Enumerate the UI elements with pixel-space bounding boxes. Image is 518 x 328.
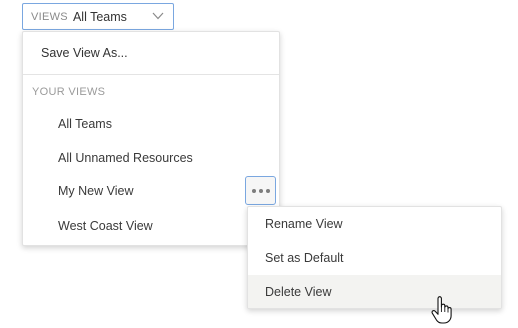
save-view-as-item[interactable]: Save View As...	[23, 32, 279, 74]
views-prefix-label: VIEWS	[31, 10, 68, 23]
view-item-label: West Coast View	[58, 219, 153, 233]
views-menu-screen: VIEWS All Teams Save View As... YOUR VIE…	[0, 0, 518, 328]
ellipsis-icon	[251, 188, 270, 193]
views-dropdown-button[interactable]: VIEWS All Teams	[22, 3, 174, 30]
view-item-all-unnamed-resources[interactable]: All Unnamed Resources	[23, 141, 279, 175]
view-item-label: My New View	[58, 184, 134, 198]
view-item-all-teams[interactable]: All Teams	[23, 107, 279, 141]
view-item-label: All Teams	[58, 117, 112, 131]
current-view-value: All Teams	[72, 9, 127, 24]
rename-view-item[interactable]: Rename View	[248, 207, 501, 241]
delete-view-item[interactable]: Delete View	[248, 275, 501, 308]
menu-divider	[23, 74, 279, 75]
view-item-my-new-view[interactable]: My New View	[23, 174, 279, 208]
chevron-down-icon	[152, 12, 164, 20]
set-as-default-item[interactable]: Set as Default	[248, 241, 501, 275]
view-options-button[interactable]	[245, 176, 276, 205]
views-dropdown-menu: Save View As... YOUR VIEWS All Teams All…	[22, 31, 280, 246]
view-item-west-coast-view[interactable]: West Coast View	[23, 209, 279, 243]
view-item-label: All Unnamed Resources	[58, 151, 193, 165]
your-views-heading: YOUR VIEWS	[32, 86, 106, 98]
view-context-menu: Rename View Set as Default Delete View	[247, 206, 502, 309]
